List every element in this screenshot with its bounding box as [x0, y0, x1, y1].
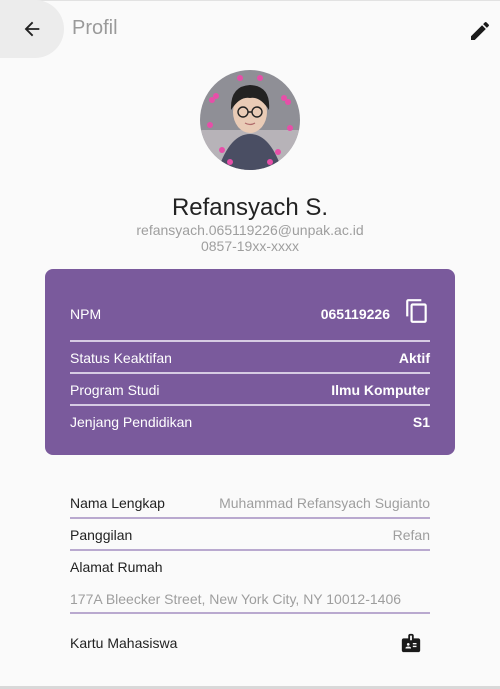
- card-divider: [70, 340, 430, 342]
- info-divider: [70, 612, 430, 614]
- full-name-label: Nama Lengkap: [70, 495, 165, 511]
- card-divider: [70, 404, 430, 406]
- status-label: Status Keaktifan: [70, 350, 172, 366]
- npm-label: NPM: [70, 306, 102, 322]
- page-title: Profil: [72, 17, 118, 39]
- copy-icon[interactable]: [404, 298, 430, 324]
- nickname-label: Panggilan: [70, 527, 133, 543]
- nickname-value: Refan: [392, 527, 430, 543]
- profile-name: Refansyach S.: [171, 194, 329, 221]
- id-card-icon[interactable]: [400, 632, 422, 654]
- app-bar: Profil: [0, 0, 500, 58]
- back-button[interactable]: [0, 0, 64, 58]
- card-divider: [70, 372, 430, 374]
- address-label: Alamat Rumah: [70, 559, 163, 575]
- student-card-label: Kartu Mahasiswa: [70, 635, 178, 651]
- pencil-icon[interactable]: [468, 19, 492, 43]
- program-label: Program Studi: [70, 382, 160, 398]
- arrow-left-icon: [24, 21, 40, 37]
- level-value: S1: [412, 414, 430, 430]
- profile-email: refansyach.065119226@unpak.ac.id: [136, 222, 364, 238]
- status-value: Aktif: [398, 350, 430, 366]
- npm-value: 065119226: [320, 306, 390, 322]
- profile-phone: 0857-19xx-xxxx: [200, 238, 300, 254]
- address-value: 177A Bleecker Street, New York City, NY …: [70, 591, 402, 607]
- info-divider: [70, 517, 430, 519]
- level-label: Jenjang Pendidikan: [70, 414, 193, 430]
- avatar[interactable]: [200, 70, 300, 170]
- full-name-value: Muhammad Refansyach Sugianto: [219, 495, 430, 511]
- academic-info-card: NPM 065119226 Status Keaktifan Aktif Pro…: [45, 269, 455, 455]
- program-value: Ilmu Komputer: [331, 382, 430, 398]
- info-divider: [70, 549, 430, 551]
